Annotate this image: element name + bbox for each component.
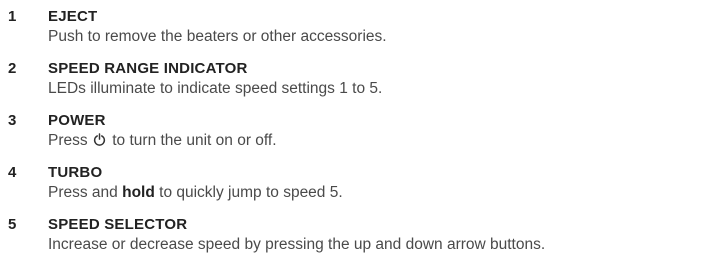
item-number: 2 bbox=[8, 60, 17, 77]
power-icon bbox=[93, 133, 106, 146]
item-description: Press and hold to quickly jump to speed … bbox=[48, 184, 343, 202]
item-title: SPEED RANGE INDICATOR bbox=[48, 60, 248, 77]
item-description-before: Press bbox=[48, 132, 88, 149]
item-description: Push to remove the beaters or other acce… bbox=[48, 28, 387, 45]
item-description: Increase or decrease speed by pressing t… bbox=[48, 236, 546, 253]
list-item-speed-range-indicator: 2 SPEED RANGE INDICATOR LEDs illuminate … bbox=[0, 56, 718, 108]
item-title: POWER bbox=[48, 112, 106, 129]
item-number: 5 bbox=[8, 216, 17, 233]
item-description-bold: hold bbox=[122, 184, 155, 201]
list-item-speed-selector: 5 SPEED SELECTOR Increase or decrease sp… bbox=[0, 212, 718, 264]
list-item-turbo: 4 TURBO Press and hold to quickly jump t… bbox=[0, 160, 718, 212]
item-number: 4 bbox=[8, 164, 17, 181]
item-description-after: to turn the unit on or off. bbox=[112, 132, 277, 149]
item-title: TURBO bbox=[48, 164, 103, 181]
item-title: SPEED SELECTOR bbox=[48, 216, 188, 233]
item-number: 3 bbox=[8, 112, 17, 129]
item-description-before: Press and bbox=[48, 184, 118, 201]
list-item-power: 3 POWER Press to turn the unit on or off… bbox=[0, 108, 718, 160]
item-number: 1 bbox=[8, 8, 17, 25]
item-description: Press to turn the unit on or off. bbox=[48, 132, 277, 150]
item-description: LEDs illuminate to indicate speed settin… bbox=[48, 80, 383, 97]
item-description-after: to quickly jump to speed 5. bbox=[159, 184, 343, 201]
feature-list: 1 EJECT Push to remove the beaters or ot… bbox=[0, 0, 718, 264]
list-item-eject: 1 EJECT Push to remove the beaters or ot… bbox=[0, 4, 718, 56]
item-title: EJECT bbox=[48, 8, 98, 25]
